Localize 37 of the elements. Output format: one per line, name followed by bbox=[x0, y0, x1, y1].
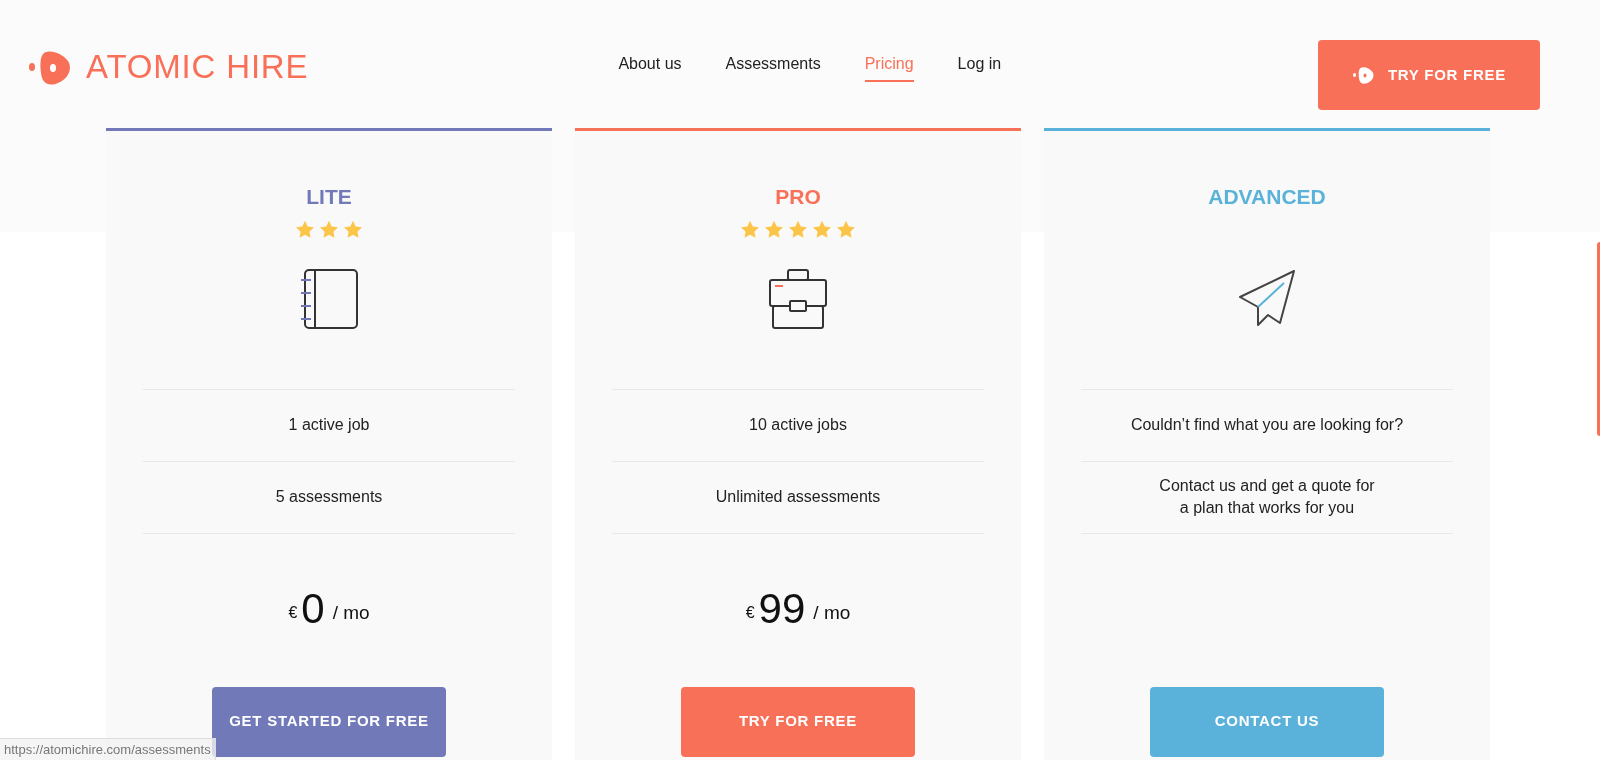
plan-feature: 5 assessments bbox=[275, 487, 383, 507]
brand-name: ATOMIC HIRE bbox=[86, 47, 309, 87]
plan-feature: 1 active job bbox=[288, 415, 370, 435]
star-icon bbox=[295, 220, 315, 239]
try-for-free-button[interactable]: TRY FOR FREE bbox=[1318, 40, 1540, 110]
price-currency: € bbox=[288, 603, 298, 623]
price-period: / mo bbox=[332, 600, 370, 625]
nav-link[interactable]: Log in bbox=[957, 52, 1002, 82]
plan-name: LITE bbox=[306, 184, 352, 210]
price-amount: 99 bbox=[758, 588, 806, 630]
price-period: / mo bbox=[813, 600, 851, 625]
plan-feature: Couldn’t find what you are looking for? bbox=[1130, 415, 1404, 435]
star-icon bbox=[788, 220, 808, 239]
plan-feature: 10 active jobs bbox=[749, 415, 847, 435]
plan-feature: Contact us and get a quote for a plan that works for you bbox=[1159, 476, 1375, 518]
star-icon bbox=[812, 220, 832, 239]
paper-plane-icon bbox=[1238, 268, 1296, 329]
nav-link[interactable]: About us bbox=[618, 52, 682, 82]
nav-link[interactable]: Pricing bbox=[864, 52, 914, 82]
notebook-icon bbox=[300, 268, 358, 329]
plan-button[interactable]: TRY FOR FREE bbox=[681, 686, 915, 757]
plan-name: PRO bbox=[775, 184, 821, 210]
price-amount: 0 bbox=[301, 588, 325, 630]
star-icon bbox=[343, 220, 363, 239]
logo-icon bbox=[1351, 65, 1376, 85]
plan-button[interactable]: GET STARTED FOR FREE bbox=[212, 686, 446, 757]
star-icon bbox=[319, 220, 339, 239]
star-icon bbox=[764, 220, 784, 239]
nav-link[interactable]: Assessments bbox=[725, 52, 821, 82]
star-icon bbox=[836, 220, 856, 239]
plan-button[interactable]: CONTACT US bbox=[1150, 686, 1384, 757]
briefcase-icon bbox=[769, 268, 827, 329]
status-url: https://atomichire.com/assessments bbox=[0, 738, 216, 760]
plan-feature: Unlimited assessments bbox=[715, 487, 881, 507]
star-icon bbox=[740, 220, 760, 239]
plan-name: ADVANCED bbox=[1208, 184, 1326, 210]
price-currency: € bbox=[745, 603, 755, 623]
